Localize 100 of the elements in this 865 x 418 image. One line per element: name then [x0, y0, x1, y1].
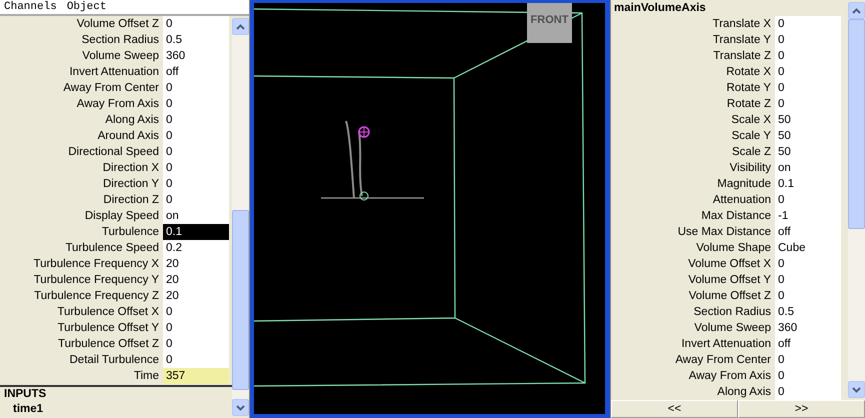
scroll-thumb[interactable] [848, 19, 865, 229]
channel-value-field[interactable]: on [163, 208, 229, 225]
channel-label: Away From Axis [76, 97, 160, 112]
attribute-value-field[interactable]: on [775, 160, 841, 177]
channel-label: Directional Speed [67, 145, 160, 160]
attribute-value-field[interactable]: 0.1 [775, 176, 841, 193]
channel-label: Volume Offset Z [76, 17, 160, 32]
channel-value-field[interactable]: 0 [163, 16, 229, 33]
channel-label: Display Speed [84, 209, 160, 224]
page-button[interactable]: << [611, 400, 738, 418]
attribute-value-field[interactable]: 0 [775, 256, 841, 273]
channel-value-field[interactable]: 0.2 [163, 240, 229, 257]
channel-label: Turbulence Frequency Y [32, 273, 160, 288]
channel-value-field[interactable]: 0 [163, 192, 229, 209]
channel-value-field[interactable]: 0.5 [163, 32, 229, 49]
attribute-label: Use Max Distance [676, 225, 772, 240]
attribute-value-field[interactable]: 0 [775, 80, 841, 97]
node-title: mainVolumeAxis [613, 1, 707, 16]
channel-value-field[interactable]: 0.1 [163, 224, 229, 241]
menu-item[interactable]: Object [66, 0, 106, 14]
scroll-up-button[interactable] [232, 18, 249, 35]
attribute-label: Scale Y [730, 129, 772, 144]
attribute-value-field[interactable]: 0 [775, 288, 841, 305]
channel-value-field[interactable]: 0 [163, 144, 229, 161]
attribute-value-field[interactable]: 0 [775, 64, 841, 81]
attribute-value-field[interactable]: 0 [775, 384, 841, 400]
page-button[interactable]: >> [738, 400, 865, 418]
channel-value-field[interactable]: 20 [163, 288, 229, 305]
attribute-label: Scale Z [731, 145, 772, 160]
attribute-value-field[interactable]: 50 [775, 128, 841, 145]
channel-label: Invert Attenuation [68, 65, 160, 80]
attribute-value-field[interactable]: 0 [775, 352, 841, 369]
attribute-value-field[interactable]: off [775, 224, 841, 241]
attribute-label: Volume Shape [695, 241, 772, 256]
attribute-value-field[interactable]: Cube [775, 240, 841, 257]
scrollbar[interactable] [232, 18, 249, 416]
attribute-label: Volume Offset X [687, 257, 772, 272]
attribute-value-field[interactable]: 0.5 [775, 304, 841, 321]
attribute-value-field[interactable]: 0 [775, 48, 841, 65]
attribute-label: Magnitude [716, 177, 772, 192]
channel-label: Turbulence Frequency X [32, 257, 160, 272]
attribute-label: Section Radius [692, 305, 772, 320]
attribute-label: Translate Z [712, 49, 772, 64]
channel-value-field[interactable]: 360 [163, 48, 229, 65]
channel-value-field[interactable]: 0 [163, 176, 229, 193]
channel-value-field[interactable]: 0 [163, 352, 229, 369]
menu-item[interactable]: Channels [4, 0, 57, 14]
channel-label: Turbulence Offset Y [56, 321, 160, 336]
channel-label: Along Axis [104, 113, 160, 128]
channel-value-field[interactable]: 0 [163, 336, 229, 353]
channel-label: Direction X [102, 161, 160, 176]
attribute-label: Along Axis [716, 385, 772, 400]
channel-label: Detail Turbulence [68, 353, 160, 368]
channel-value-field[interactable]: 0 [163, 96, 229, 113]
channel-value-field[interactable]: 0 [163, 304, 229, 321]
attribute-label: Away From Axis [688, 369, 772, 384]
scrollbar[interactable] [848, 2, 865, 398]
attribute-value-field[interactable]: -1 [775, 208, 841, 225]
attribute-label: Scale X [730, 113, 772, 128]
channel-value-field[interactable]: 0 [163, 112, 229, 129]
channel-value-field[interactable]: off [163, 64, 229, 81]
channel-label: Volume Sweep [81, 49, 160, 64]
attribute-label: Translate X [712, 17, 772, 32]
channel-label: Direction Y [102, 177, 160, 192]
attribute-value-field[interactable]: 0 [775, 368, 841, 385]
channel-label: Turbulence Frequency Z [33, 289, 160, 304]
attribute-value-field[interactable]: 0 [775, 96, 841, 113]
attribute-value-field[interactable]: off [775, 336, 841, 353]
attribute-value-field[interactable]: 0 [775, 32, 841, 49]
channel-label: Section Radius [80, 33, 160, 48]
channel-label: Direction Z [102, 193, 160, 208]
scroll-down-button[interactable] [232, 399, 249, 416]
attribute-value-field[interactable]: 360 [775, 320, 841, 337]
attribute-label: Rotate X [725, 65, 772, 80]
attribute-label: Away From Center [674, 353, 772, 368]
attribute-label: Visibility [728, 161, 772, 176]
channel-value-field[interactable]: 0 [163, 128, 229, 145]
attribute-label: Invert Attenuation [680, 337, 772, 352]
channel-label: Turbulence [100, 225, 160, 240]
channel-value-field[interactable]: 0 [163, 160, 229, 177]
attribute-value-field[interactable]: 50 [775, 144, 841, 161]
channel-value-field[interactable]: 20 [163, 256, 229, 273]
channel-label: Turbulence Speed [64, 241, 160, 256]
channel-value-field[interactable]: 0 [163, 80, 229, 97]
attribute-value-field[interactable]: 50 [775, 112, 841, 129]
attribute-value-field[interactable]: 0 [775, 16, 841, 33]
attribute-label: Volume Offset Z [688, 289, 772, 304]
channel-value-field[interactable]: 357 [163, 368, 229, 385]
input-node-item[interactable]: time1 [4, 402, 232, 417]
attribute-label: Attenuation [712, 193, 772, 208]
inputs-heading: INPUTS [4, 387, 48, 402]
channel-value-field[interactable]: 20 [163, 272, 229, 289]
channel-value-field[interactable]: 0 [163, 320, 229, 337]
scroll-thumb[interactable] [232, 210, 249, 390]
attribute-label: Rotate Z [726, 97, 772, 112]
attribute-value-field[interactable]: 0 [775, 192, 841, 209]
scroll-down-button[interactable] [848, 381, 865, 398]
attribute-label: Rotate Y [725, 81, 772, 96]
attribute-value-field[interactable]: 0 [775, 272, 841, 289]
scroll-up-button[interactable] [848, 2, 865, 19]
